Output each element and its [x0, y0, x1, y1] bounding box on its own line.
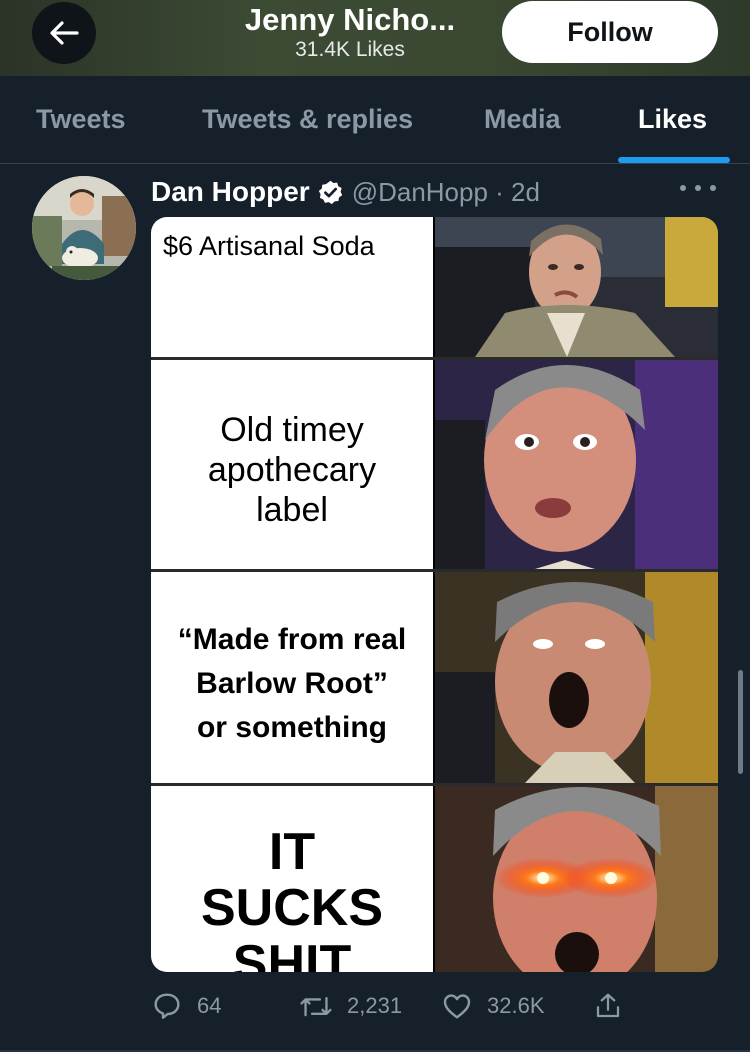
- meme-caption-2-line-2: apothecary: [207, 451, 377, 489]
- author-name[interactable]: Dan Hopper: [151, 176, 310, 208]
- tab-likes[interactable]: Likes: [638, 104, 707, 135]
- meme-face-3: [435, 572, 718, 783]
- tab-media[interactable]: Media: [484, 104, 561, 135]
- meme-panel-4: IT SUCKS SHIT: [151, 786, 718, 972]
- like-button[interactable]: 32.6K: [441, 986, 545, 1026]
- profile-name: Jenny Nicho...: [244, 2, 456, 37]
- meme-caption-3-line-3: or something: [196, 711, 387, 744]
- reply-icon: [154, 993, 180, 1019]
- meme-panel-2: Old timey apothecary label: [151, 360, 718, 569]
- retweet-count: 2,231: [347, 993, 403, 1018]
- more-icon[interactable]: [680, 178, 716, 198]
- meme-caption-3-line-1: “Made from real: [177, 623, 407, 656]
- profile-header: Jenny Nicho... 31.4K Likes Follow: [0, 0, 750, 76]
- meme-panel-1: $6 Artisanal Soda: [151, 217, 718, 357]
- tab-tweets[interactable]: Tweets: [36, 104, 126, 135]
- tweet-actions: 64 2,231 32.6K: [151, 986, 631, 1026]
- meme-face-4: [435, 786, 718, 972]
- scrollbar[interactable]: [738, 670, 743, 774]
- meme-panel-3: “Made from real Barlow Root” or somethin…: [151, 572, 718, 783]
- meme-caption-4-line-2: SUCKS: [200, 879, 384, 937]
- profile-tabs: Tweets Tweets & replies Media Likes: [0, 76, 750, 164]
- meme-caption-4-line-3: SHIT: [232, 935, 352, 972]
- handle-and-time[interactable]: @DanHopp · 2d: [352, 177, 540, 208]
- active-tab-indicator: [618, 157, 730, 163]
- meme-caption-2-line-3: label: [256, 491, 328, 529]
- tab-tweets-and-replies[interactable]: Tweets & replies: [202, 104, 413, 135]
- back-button[interactable]: [32, 2, 96, 64]
- meme-face-1: [435, 217, 718, 357]
- follow-button[interactable]: Follow: [502, 1, 718, 63]
- meme-face-2: [435, 360, 718, 569]
- verified-badge-icon: [318, 180, 342, 204]
- retweet-button[interactable]: 2,231: [299, 986, 402, 1026]
- like-icon: [443, 994, 471, 1019]
- meme-caption-4-line-1: IT: [268, 823, 316, 881]
- meme-caption-2-line-1: Old timey: [220, 411, 364, 449]
- retweet-icon: [300, 996, 332, 1017]
- avatar-photo: [32, 176, 136, 280]
- like-count: 32.6K: [487, 993, 545, 1018]
- back-arrow-icon: [50, 21, 79, 45]
- meme-caption-3-line-2: Barlow Root”: [196, 667, 388, 700]
- share-icon: [596, 993, 620, 1018]
- avatar[interactable]: [32, 176, 136, 280]
- likes-count: 31.4K Likes: [295, 38, 405, 61]
- reply-button[interactable]: 64: [151, 986, 221, 1026]
- meme-caption-1: $6 Artisanal Soda: [163, 231, 375, 261]
- tweet-header: Dan Hopper @DanHopp · 2d: [151, 174, 540, 210]
- tweet-media-image[interactable]: $6 Artisanal Soda Old timey apothecary l…: [151, 217, 718, 972]
- share-button[interactable]: [593, 986, 637, 1026]
- reply-count: 64: [197, 993, 222, 1018]
